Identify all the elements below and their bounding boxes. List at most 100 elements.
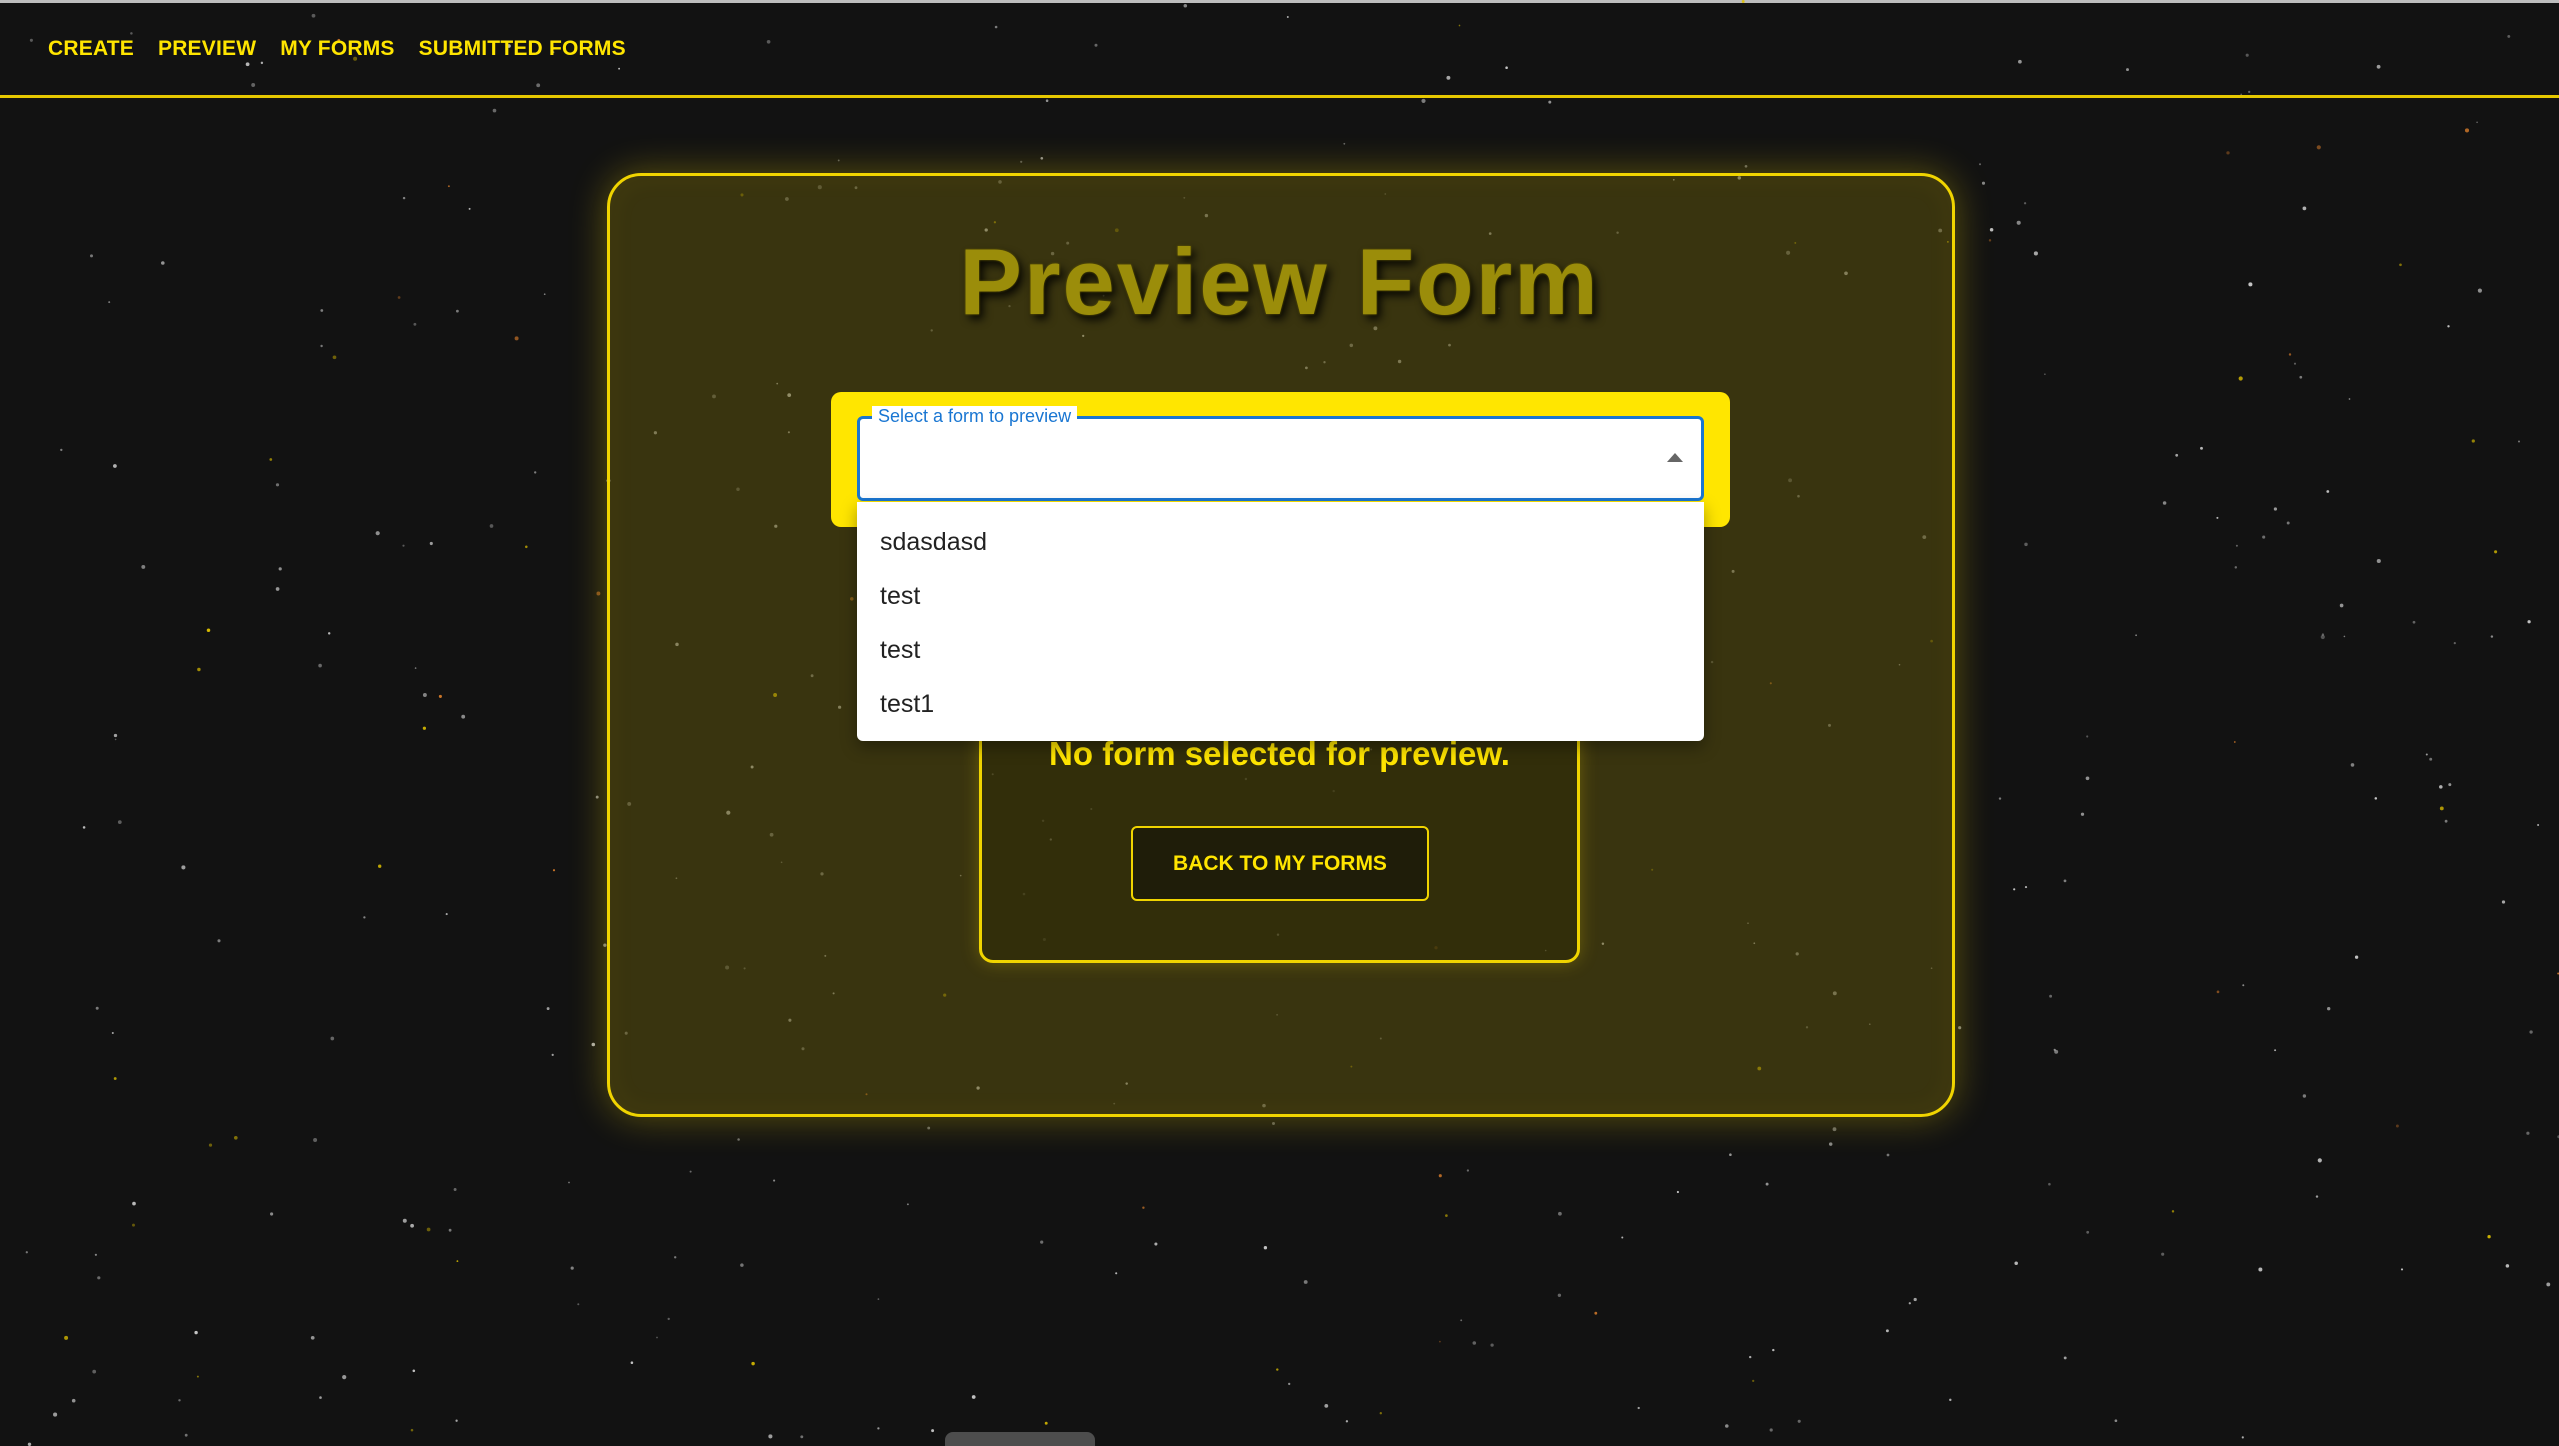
menu-option-test1[interactable]: test1: [857, 677, 1704, 731]
star-dot: [2049, 994, 2053, 998]
form-select-label: Select a form to preview: [872, 406, 1078, 426]
star-dot: [2453, 641, 2456, 645]
star-dot: [768, 1434, 773, 1439]
star-dot: [492, 108, 497, 113]
star-dot: [1345, 1420, 1349, 1423]
star-dot: [971, 1395, 976, 1399]
star-dot: [2233, 741, 2236, 743]
star-dot: [1303, 1280, 1308, 1284]
star-dot: [689, 1170, 692, 1173]
star-dot: [92, 1369, 97, 1374]
star-dot: [2471, 439, 2475, 443]
star-dot: [1324, 1404, 1329, 1408]
star-dot: [319, 1396, 322, 1399]
caret-up-icon[interactable]: [1667, 453, 1683, 462]
menu-option-test-2[interactable]: test: [857, 623, 1704, 677]
menu-option-sdasdasd[interactable]: sdasdasd: [857, 515, 1704, 569]
star-dot: [2262, 535, 2266, 539]
star-dot: [1979, 163, 1981, 166]
star-dot: [656, 1336, 658, 1339]
scroll-handle[interactable]: [945, 1432, 1095, 1446]
star-dot: [1288, 1382, 1291, 1386]
star-dot: [1998, 797, 2002, 800]
star-dot: [332, 355, 337, 360]
star-dot: [1548, 100, 1552, 104]
star-dot: [2162, 501, 2167, 505]
star-dot: [1439, 1340, 1441, 1343]
star-dot: [426, 1227, 431, 1232]
star-dot: [410, 1428, 414, 1432]
star-dot: [1445, 1214, 1448, 1217]
star-dot: [1040, 1240, 1044, 1244]
star-dot: [25, 1251, 28, 1254]
star-dot: [1729, 1153, 1732, 1156]
nav-my-forms-link[interactable]: MY FORMS: [280, 37, 394, 61]
star-dot: [2439, 785, 2443, 789]
star-dot: [2501, 900, 2506, 904]
star-dot: [2016, 220, 2021, 225]
star-dot: [751, 1361, 755, 1366]
star-dot: [275, 587, 280, 591]
nav-preview-link[interactable]: PREVIEW: [158, 37, 256, 61]
star-dot: [1769, 1428, 1773, 1432]
form-select-input[interactable]: [857, 416, 1704, 501]
star-dot: [453, 1188, 457, 1191]
star-dot: [1044, 1421, 1048, 1425]
star-dot: [327, 632, 331, 635]
star-dot: [2376, 558, 2381, 564]
star-dot: [1466, 1169, 1470, 1172]
star-dot: [363, 916, 366, 919]
star-dot: [82, 826, 86, 829]
star-dot: [2238, 376, 2243, 381]
star-dot: [2317, 1158, 2322, 1163]
star-dot: [2395, 1124, 2399, 1128]
star-dot: [1472, 1341, 1477, 1345]
star-dot: [117, 820, 122, 824]
star-dot: [2175, 453, 2179, 457]
star-dot: [113, 733, 118, 738]
star-dot: [1913, 1297, 1917, 1302]
top-navbar: CREATE PREVIEW MY FORMS SUBMITTED FORMS: [0, 3, 2559, 98]
star-dot: [568, 1181, 570, 1184]
star-dot: [2348, 398, 2351, 400]
star-dot: [233, 1135, 238, 1140]
star-dot: [596, 591, 601, 596]
star-dot: [310, 1335, 315, 1340]
star-dot: [2537, 824, 2540, 826]
star-dot: [206, 628, 211, 633]
star-dot: [534, 471, 537, 474]
star-dot: [402, 544, 405, 547]
star-dot: [412, 1369, 416, 1373]
star-dot: [1557, 1293, 1562, 1297]
star-dot: [1885, 1329, 1889, 1333]
star-dot: [546, 1007, 550, 1011]
back-to-my-forms-button[interactable]: BACK TO MY FORMS: [1131, 826, 1429, 901]
star-dot: [53, 1412, 58, 1417]
star-dot: [208, 1143, 213, 1147]
star-dot: [2114, 1419, 2118, 1423]
star-dot: [1154, 1242, 1158, 1246]
star-dot: [2529, 1030, 2533, 1034]
star-dot: [1263, 1246, 1268, 1250]
star-dot: [2023, 202, 2027, 205]
star-dot: [2326, 490, 2330, 493]
star-dot: [2448, 783, 2452, 787]
star-dot: [1276, 1368, 1279, 1371]
menu-option-test[interactable]: test: [857, 569, 1704, 623]
star-dot: [330, 1036, 335, 1041]
form-select-menu: sdasdasd test test test1: [857, 502, 1704, 741]
star-dot: [438, 694, 442, 698]
star-dot: [2527, 620, 2531, 624]
star-dot: [2546, 1282, 2551, 1287]
star-dot: [2024, 886, 2028, 889]
nav-submitted-forms-link[interactable]: SUBMITTED FORMS: [419, 37, 626, 61]
star-dot: [667, 1317, 670, 1321]
star-dot: [2412, 620, 2416, 624]
star-dot: [2216, 990, 2220, 994]
star-dot: [1438, 1174, 1442, 1178]
star-dot: [2241, 1436, 2244, 1439]
star-dot: [2273, 507, 2277, 511]
nav-create-link[interactable]: CREATE: [48, 37, 134, 61]
star-dot: [1828, 1142, 1833, 1146]
star-dot: [455, 1419, 458, 1422]
